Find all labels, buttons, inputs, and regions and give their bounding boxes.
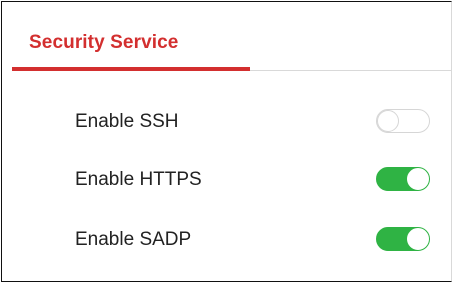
enable-ssh-label: Enable SSH [75,111,179,132]
tab-security-service[interactable]: Security Service [29,32,178,54]
setting-row-ssh: Enable SSH [75,107,451,137]
enable-ssh-toggle[interactable] [376,109,430,133]
setting-row-sadp: Enable SADP [75,225,451,255]
enable-https-label: Enable HTTPS [75,169,202,190]
enable-sadp-toggle[interactable] [376,227,430,251]
active-tab-indicator [12,67,250,71]
toggle-knob [407,228,429,250]
setting-row-https: Enable HTTPS [75,165,451,195]
settings-panel: Security Service Enable SSH Enable HTTPS… [1,1,452,282]
enable-sadp-label: Enable SADP [75,229,192,250]
toggle-knob [407,168,429,190]
enable-https-toggle[interactable] [376,167,430,191]
tab-bar: Security Service [12,2,451,71]
toggle-knob [377,110,399,132]
